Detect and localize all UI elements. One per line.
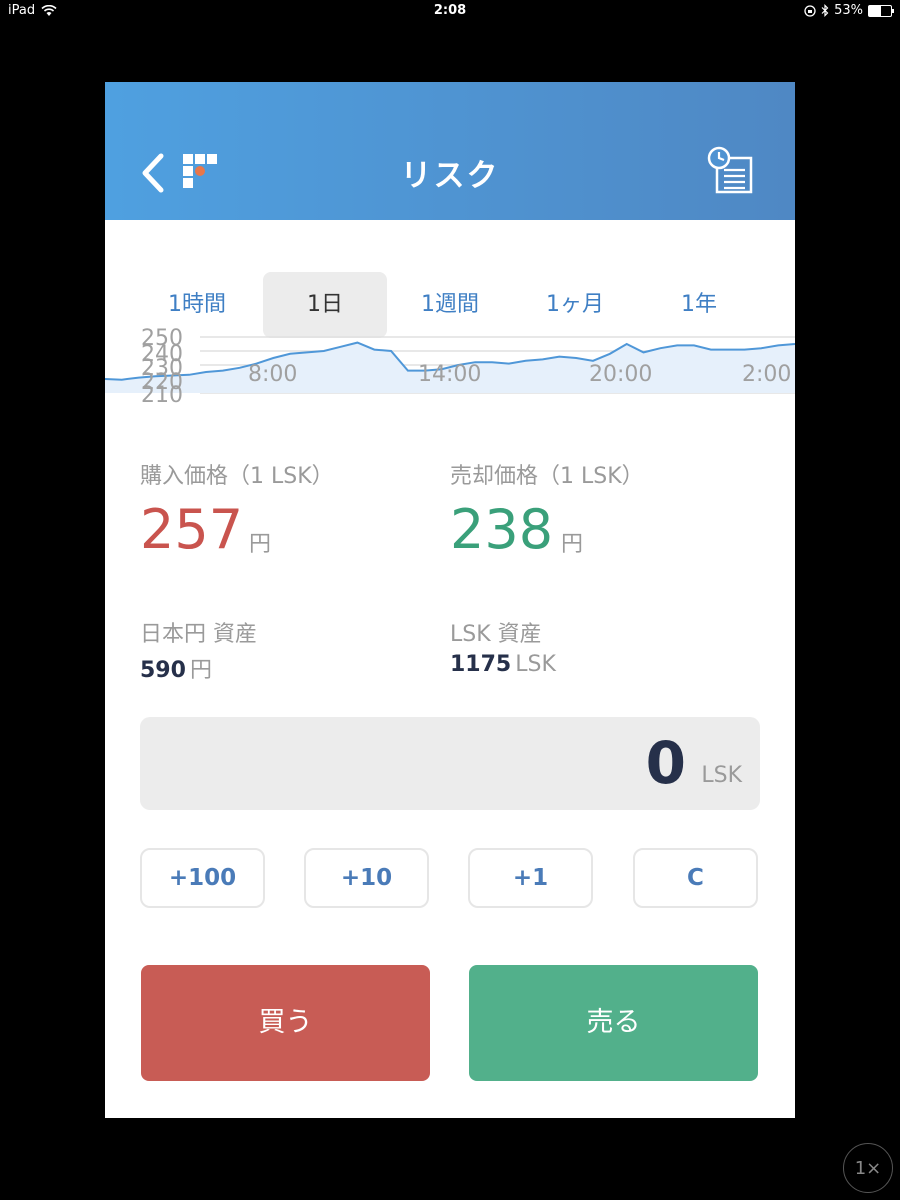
amount-unit: LSK	[701, 763, 742, 788]
page-title: リスク	[400, 158, 500, 194]
sell-price-value: 238	[450, 498, 554, 561]
bluetooth-icon	[821, 4, 829, 17]
battery-percent: 53%	[834, 3, 863, 18]
chart-x-tick: 14:00	[418, 362, 481, 387]
header-bar: リスク	[105, 82, 795, 220]
sell-price-label: 売却価格（1 LSK）	[450, 464, 644, 489]
chart-y-tick: 210	[141, 383, 183, 407]
buy-price-value: 257	[140, 498, 244, 561]
lsk-asset: 1175 LSK	[450, 652, 556, 677]
buy-price-unit: 円	[249, 532, 272, 557]
amount-display[interactable]: 0 LSK	[140, 717, 760, 810]
jpy-asset-unit: 円	[189, 658, 212, 683]
battery-icon	[868, 4, 894, 17]
jpy-asset-label: 日本円 資産	[140, 622, 257, 647]
add-1-button[interactable]: +1	[468, 848, 593, 908]
rotation-lock-icon	[804, 4, 816, 17]
clear-button[interactable]: C	[633, 848, 758, 908]
price-chart: 2502402302202108:00 14:00 20:00 2:00	[105, 327, 795, 407]
zoom-button[interactable]: 1×	[843, 1143, 893, 1193]
chart-x-tick: 2:00	[742, 362, 791, 387]
add-10-button[interactable]: +10	[304, 848, 429, 908]
jpy-asset-value: 590	[140, 658, 186, 683]
buy-button[interactable]: 買う	[141, 965, 430, 1081]
chart-x-tick: 20:00	[589, 362, 652, 387]
lsk-asset-value: 1175	[450, 652, 512, 677]
chart-x-tick: 8:00	[248, 362, 297, 387]
lsk-asset-unit: LSK	[515, 652, 556, 677]
buy-price-label: 購入価格（1 LSK）	[140, 464, 334, 489]
add-100-button[interactable]: +100	[140, 848, 265, 908]
lsk-asset-label: LSK 資産	[450, 622, 542, 647]
status-bar: iPad 2:08 53%	[0, 0, 900, 24]
sell-price-unit: 円	[561, 532, 584, 557]
battery-level	[869, 5, 881, 16]
jpy-asset: 590 円	[140, 652, 212, 684]
sell-button[interactable]: 売る	[469, 965, 758, 1081]
clock: 2:08	[433, 3, 467, 18]
trade-screen: リスク 1時間 1日 1週間 1ヶ月 1年 250 240 230 220 210 8:0…	[105, 82, 795, 1118]
amount-value: 0	[645, 729, 686, 797]
trade-history-icon[interactable]	[707, 146, 757, 196]
